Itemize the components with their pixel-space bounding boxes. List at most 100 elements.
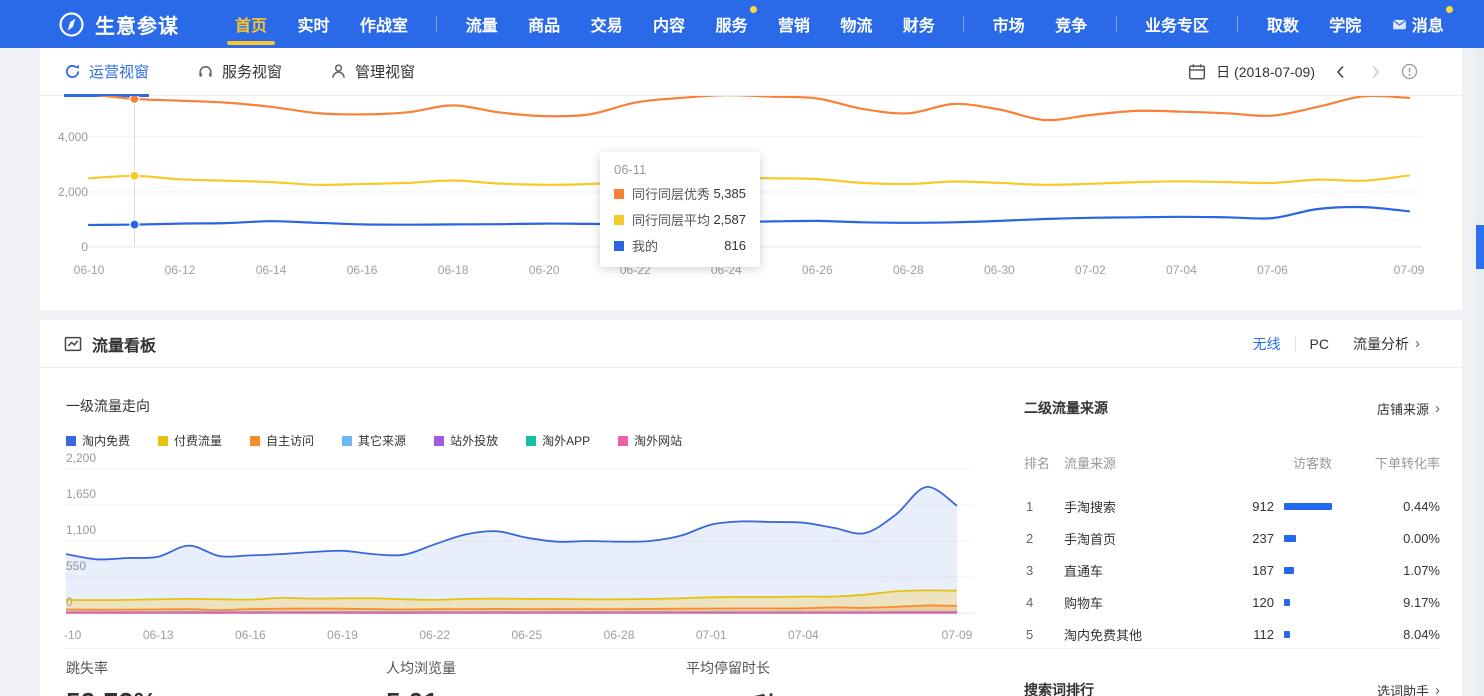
- nav-item-content[interactable]: 内容: [651, 0, 687, 48]
- info-icon[interactable]: [1401, 63, 1418, 80]
- svg-text:0: 0: [81, 240, 88, 254]
- brand[interactable]: 生意参谋: [58, 10, 179, 39]
- search-rank-title: 搜索词排行: [1024, 680, 1094, 696]
- svg-text:07-09: 07-09: [1394, 263, 1425, 277]
- svg-text:06-16: 06-16: [347, 263, 378, 277]
- date-controls: 日 (2018-07-09): [1188, 62, 1438, 82]
- next-day-icon[interactable]: [1367, 64, 1383, 80]
- user-icon: [330, 63, 347, 80]
- svg-text:2,200: 2,200: [66, 451, 96, 465]
- nav-item-home[interactable]: 首页: [233, 0, 269, 48]
- nav-item-logistics[interactable]: 物流: [838, 0, 874, 48]
- nav-item-competition[interactable]: 竞争: [1053, 0, 1089, 48]
- chevron-right-icon: ›: [1435, 683, 1440, 696]
- stat-2: 人均浏览量5.01: [386, 658, 456, 696]
- source-row-4[interactable]: 4购物车1209.17%: [1024, 586, 1440, 618]
- date-label[interactable]: 日 (2018-07-09): [1216, 62, 1315, 82]
- secondary-sources-panel: 二级流量来源 店铺来源› 排名 流量来源 访客数 下单转化率 1手淘搜索9120…: [1024, 368, 1440, 696]
- word-helper-link[interactable]: 选词助手›: [1377, 681, 1440, 696]
- nav-divider: [436, 16, 437, 32]
- divider: [1295, 337, 1296, 351]
- traffic-analysis-link[interactable]: 流量分析›: [1353, 334, 1420, 354]
- tab-wireless[interactable]: 无线: [1253, 334, 1281, 354]
- source-row-2[interactable]: 2手淘首页2370.00%: [1024, 522, 1440, 554]
- nav-item-business-zone[interactable]: 业务专区: [1143, 0, 1211, 48]
- line-chart-icon: [64, 335, 82, 353]
- svg-text:06-22: 06-22: [419, 628, 450, 642]
- sources-table-header: 排名 流量来源 访客数 下单转化率: [1024, 452, 1440, 472]
- brand-logo-icon: [58, 11, 85, 38]
- source-row-1[interactable]: 1手淘搜索9120.44%: [1024, 490, 1440, 522]
- svg-text:06-25: 06-25: [512, 628, 543, 642]
- svg-text:06-12: 06-12: [165, 263, 196, 277]
- svg-text:4,000: 4,000: [58, 130, 88, 144]
- nav-item-data-extract[interactable]: 取数: [1265, 0, 1301, 48]
- notification-dot: [1446, 6, 1453, 13]
- svg-text:06-13: 06-13: [143, 628, 174, 642]
- svg-text:06-10: 06-10: [64, 628, 82, 642]
- overview-card: 运营视窗服务视窗管理视窗 日 (2018-07-09) 0 2,000 4,000 0…: [40, 48, 1462, 310]
- brand-name: 生意参谋: [95, 10, 179, 39]
- nav-item-marketing[interactable]: 营销: [776, 0, 812, 48]
- top-navigation: 生意参谋 首页实时作战室 流量商品交易内容服务营销物流财务 市场竞争 业务专区 取数学院…: [0, 0, 1484, 48]
- nav-item-academy[interactable]: 学院: [1327, 0, 1363, 48]
- sources-table: 1手淘搜索9120.44%2手淘首页2370.00%3直通车1871.07%4购…: [1024, 490, 1440, 650]
- svg-text:06-16: 06-16: [235, 628, 266, 642]
- svg-text:06-14: 06-14: [256, 263, 287, 277]
- svg-text:1,100: 1,100: [66, 523, 96, 537]
- svg-text:06-10: 06-10: [74, 263, 105, 277]
- main-menu: 首页实时作战室 流量商品交易内容服务营销物流财务 市场竞争 业务专区 取数学院消息: [233, 0, 1446, 48]
- nav-item-realtime[interactable]: 实时: [295, 0, 331, 48]
- headset-icon: [197, 63, 214, 80]
- svg-text:07-02: 07-02: [1075, 263, 1106, 277]
- view-tabs: 运营视窗服务视窗管理视窗: [64, 48, 463, 96]
- tab-pc[interactable]: PC: [1310, 336, 1329, 352]
- divider: [64, 648, 1440, 649]
- device-switch: 无线 PC 流量分析›: [1253, 334, 1438, 354]
- svg-text:06-19: 06-19: [327, 628, 358, 642]
- trend-title: 一级流量走向: [66, 396, 150, 416]
- svg-text:07-06: 07-06: [1257, 263, 1288, 277]
- traffic-board-card: 流量看板 无线 PC 流量分析› 一级流量走向 淘内免费付费流量自主访问其它来源…: [40, 320, 1462, 696]
- svg-text:06-30: 06-30: [984, 263, 1015, 277]
- chevron-right-icon: ›: [1435, 401, 1440, 416]
- page-scrollbar[interactable]: [1476, 48, 1484, 696]
- nav-item-service[interactable]: 服务: [713, 0, 749, 48]
- chart-tooltip: 06-11 同行同层优秀5,385同行同层平均2,587我的816: [600, 152, 760, 267]
- envelope-icon: [1392, 17, 1407, 32]
- source-row-5[interactable]: 5淘内免费其他1128.04%: [1024, 618, 1440, 650]
- nav-divider: [1237, 16, 1238, 32]
- notification-dot: [750, 6, 757, 13]
- svg-text:06-28: 06-28: [893, 263, 924, 277]
- panel-title: 流量看板: [92, 332, 156, 356]
- refresh-icon: [64, 63, 81, 80]
- stat-1: 跳失率59.72%: [66, 658, 157, 696]
- calendar-icon[interactable]: [1188, 63, 1206, 81]
- svg-text:07-04: 07-04: [788, 628, 819, 642]
- nav-item-messages[interactable]: 消息: [1390, 0, 1446, 48]
- svg-text:07-04: 07-04: [1166, 263, 1197, 277]
- svg-text:06-26: 06-26: [802, 263, 833, 277]
- nav-divider: [1116, 16, 1117, 32]
- nav-item-market[interactable]: 市场: [991, 0, 1027, 48]
- prev-day-icon[interactable]: [1333, 64, 1349, 80]
- tooltip-row: 我的816: [614, 236, 746, 255]
- svg-text:06-20: 06-20: [529, 263, 560, 277]
- traffic-trend-area-chart[interactable]: 05501,1001,6502,20006-1006-1306-1606-190…: [64, 445, 1004, 645]
- tab-management-view[interactable]: 管理视窗: [330, 48, 415, 96]
- svg-text:2,000: 2,000: [58, 185, 88, 199]
- nav-item-finance[interactable]: 财务: [901, 0, 937, 48]
- tab-operation-view[interactable]: 运营视窗: [64, 48, 149, 96]
- svg-text:06-28: 06-28: [604, 628, 635, 642]
- scrollbar-thumb[interactable]: [1476, 225, 1484, 269]
- nav-item-war-room[interactable]: 作战室: [358, 0, 410, 48]
- shop-sources-link[interactable]: 店铺来源›: [1377, 399, 1440, 418]
- tooltip-date: 06-11: [614, 162, 746, 177]
- chevron-right-icon: ›: [1415, 336, 1420, 351]
- source-row-3[interactable]: 3直通车1871.07%: [1024, 554, 1440, 586]
- nav-item-trade[interactable]: 交易: [589, 0, 625, 48]
- nav-item-product[interactable]: 商品: [526, 0, 562, 48]
- svg-text:06-18: 06-18: [438, 263, 469, 277]
- nav-item-traffic[interactable]: 流量: [464, 0, 500, 48]
- tab-service-view[interactable]: 服务视窗: [197, 48, 282, 96]
